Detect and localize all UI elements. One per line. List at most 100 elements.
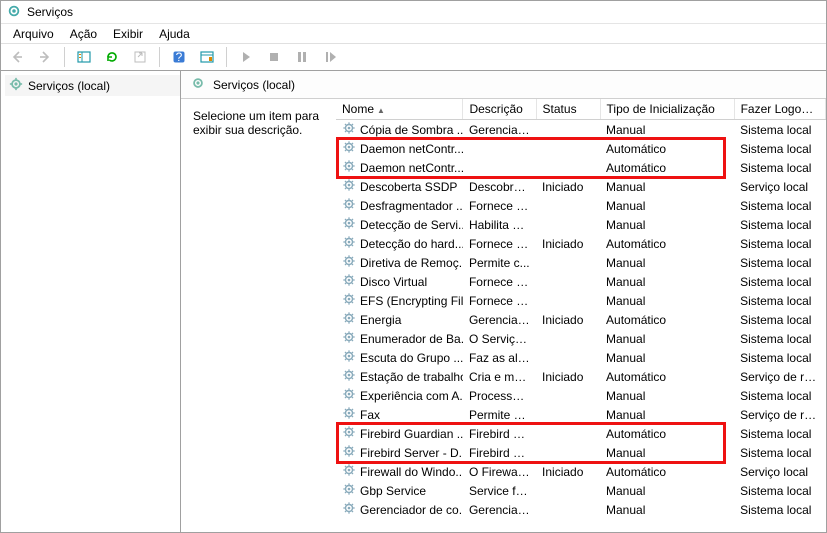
service-startup: Automático (600, 234, 734, 253)
services-icon (9, 77, 23, 94)
service-name: Gbp Service (360, 484, 426, 498)
stop-service-button[interactable] (262, 45, 286, 69)
menu-ajuda[interactable]: Ajuda (151, 25, 198, 43)
tree-node-services-local[interactable]: Serviços (local) (5, 75, 180, 96)
service-icon (342, 311, 356, 328)
service-logon: Serviço de rede (734, 405, 825, 424)
column-logon[interactable]: Fazer Logon co (734, 99, 825, 120)
service-startup: Manual (600, 405, 734, 424)
svg-text:?: ? (176, 50, 183, 64)
service-startup: Manual (600, 196, 734, 215)
service-name: Detecção de Servi... (360, 218, 463, 232)
restart-service-button[interactable] (318, 45, 342, 69)
back-button[interactable] (5, 45, 29, 69)
service-logon: Serviço de rede (734, 367, 825, 386)
menu-exibir[interactable]: Exibir (105, 25, 151, 43)
service-status (536, 272, 600, 291)
service-row[interactable]: Descoberta SSDPDescobre ...IniciadoManua… (336, 177, 826, 196)
description-pane: Selecione um item para exibir sua descri… (181, 99, 336, 532)
service-desc: Descobre ... (463, 177, 536, 196)
service-icon (342, 254, 356, 271)
service-row[interactable]: Detecção do hard...Fornece n...IniciadoA… (336, 234, 826, 253)
service-desc (463, 158, 536, 177)
service-desc: Permite e... (463, 405, 536, 424)
column-header-row: Nome▲ Descrição Status Tipo de Inicializ… (336, 99, 826, 120)
service-desc: Gerencia e... (463, 120, 536, 140)
refresh-button[interactable] (100, 45, 124, 69)
toolbar-separator (159, 47, 160, 67)
service-row[interactable]: EFS (Encrypting Fil...Fornece a...Manual… (336, 291, 826, 310)
service-logon: Sistema local (734, 120, 825, 140)
service-row[interactable]: Desfragmentador ...Fornece R...ManualSis… (336, 196, 826, 215)
service-row[interactable]: Detecção de Servi...Habilita a ...Manual… (336, 215, 826, 234)
forward-button[interactable] (33, 45, 57, 69)
service-row[interactable]: EnergiaGerencia a...IniciadoAutomáticoSi… (336, 310, 826, 329)
service-icon (342, 501, 356, 518)
service-desc: Gerencia a... (463, 310, 536, 329)
service-name: Firebird Guardian ... (360, 427, 463, 441)
service-logon: Sistema local (734, 348, 825, 367)
service-icon (342, 159, 356, 176)
service-row[interactable]: FaxPermite e...ManualServiço de rede (336, 405, 826, 424)
service-row[interactable]: Daemon netContr...AutomáticoSistema loca… (336, 158, 826, 177)
service-startup: Automático (600, 462, 734, 481)
service-desc: Firebird Se... (463, 424, 536, 443)
titlebar: Serviços (1, 1, 826, 23)
service-row[interactable]: Firebird Guardian ...Firebird Se...Autom… (336, 424, 826, 443)
service-row[interactable]: Gbp ServiceService for...ManualSistema l… (336, 481, 826, 500)
service-name: Cópia de Sombra ... (360, 123, 463, 137)
window-title: Serviços (27, 5, 73, 19)
service-row[interactable]: Daemon netContr...AutomáticoSistema loca… (336, 139, 826, 158)
service-status: Iniciado (536, 462, 600, 481)
service-icon (342, 368, 356, 385)
service-status (536, 405, 600, 424)
show-hide-tree-button[interactable] (72, 45, 96, 69)
sort-asc-icon: ▲ (377, 106, 385, 115)
menubar: Arquivo Ação Exibir Ajuda (1, 23, 826, 43)
service-startup: Automático (600, 139, 734, 158)
service-logon: Sistema local (734, 196, 825, 215)
service-row[interactable]: Cópia de Sombra ...Gerencia e...ManualSi… (336, 120, 826, 140)
service-row[interactable]: Escuta do Grupo ...Faz as alte...ManualS… (336, 348, 826, 367)
service-desc: Habilita a ... (463, 215, 536, 234)
service-name: Gerenciador de co... (360, 503, 463, 517)
help-button[interactable]: ? (167, 45, 191, 69)
service-icon (342, 216, 356, 233)
service-icon (342, 235, 356, 252)
properties-button[interactable] (195, 45, 219, 69)
column-desc[interactable]: Descrição (463, 99, 536, 120)
service-icon (342, 178, 356, 195)
menu-arquivo[interactable]: Arquivo (5, 25, 62, 43)
service-icon (342, 444, 356, 461)
start-service-button[interactable] (234, 45, 258, 69)
service-logon: Serviço local (734, 177, 825, 196)
service-status (536, 158, 600, 177)
menu-acao[interactable]: Ação (62, 25, 105, 43)
service-logon: Sistema local (734, 272, 825, 291)
service-row[interactable]: Diretiva de Remoç...Permite c...ManualSi… (336, 253, 826, 272)
service-status (536, 481, 600, 500)
column-name[interactable]: Nome▲ (336, 99, 463, 120)
service-row[interactable]: Enumerador de Ba...O Serviço ...ManualSi… (336, 329, 826, 348)
service-name: Enumerador de Ba... (360, 332, 463, 346)
right-pane: Serviços (local) Selecione um item para … (181, 71, 826, 532)
service-desc: Firebird D... (463, 443, 536, 462)
service-row[interactable]: Experiência com A...Processa s...ManualS… (336, 386, 826, 405)
services-list[interactable]: Nome▲ Descrição Status Tipo de Inicializ… (336, 99, 826, 532)
service-logon: Sistema local (734, 158, 825, 177)
app-icon (7, 4, 21, 21)
export-list-button[interactable] (128, 45, 152, 69)
pause-service-button[interactable] (290, 45, 314, 69)
service-status: Iniciado (536, 177, 600, 196)
service-startup: Automático (600, 310, 734, 329)
service-row[interactable]: Firebird Server - D...Firebird D...Manua… (336, 443, 826, 462)
service-row[interactable]: Disco VirtualFornece s...ManualSistema l… (336, 272, 826, 291)
service-name: Detecção do hard... (360, 237, 463, 251)
service-row[interactable]: Firewall do Windo...O Firewall ...Inicia… (336, 462, 826, 481)
service-desc: Service for... (463, 481, 536, 500)
service-icon (342, 330, 356, 347)
service-row[interactable]: Gerenciador de co...Gerencia c...ManualS… (336, 500, 826, 519)
service-row[interactable]: Estação de trabalhoCria e ma...IniciadoA… (336, 367, 826, 386)
column-startup[interactable]: Tipo de Inicialização (600, 99, 734, 120)
column-status[interactable]: Status (536, 99, 600, 120)
